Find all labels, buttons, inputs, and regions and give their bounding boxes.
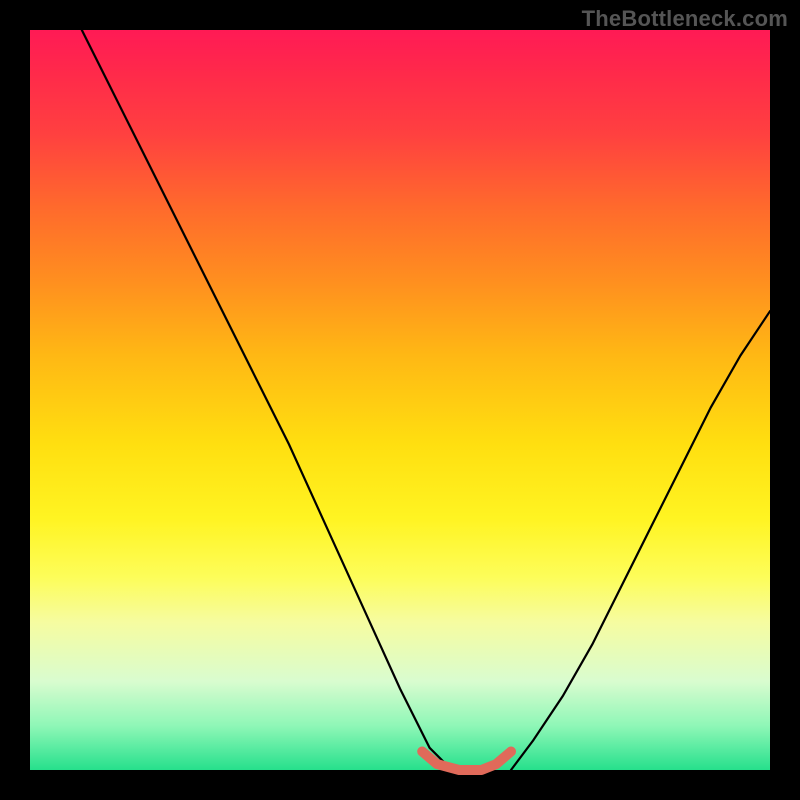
watermark-text: TheBottleneck.com [582,6,788,32]
left-curve-line [82,30,452,770]
chart-svg [30,30,770,770]
plot-area [30,30,770,770]
chart-frame: TheBottleneck.com [0,0,800,800]
right-curve-line [511,311,770,770]
